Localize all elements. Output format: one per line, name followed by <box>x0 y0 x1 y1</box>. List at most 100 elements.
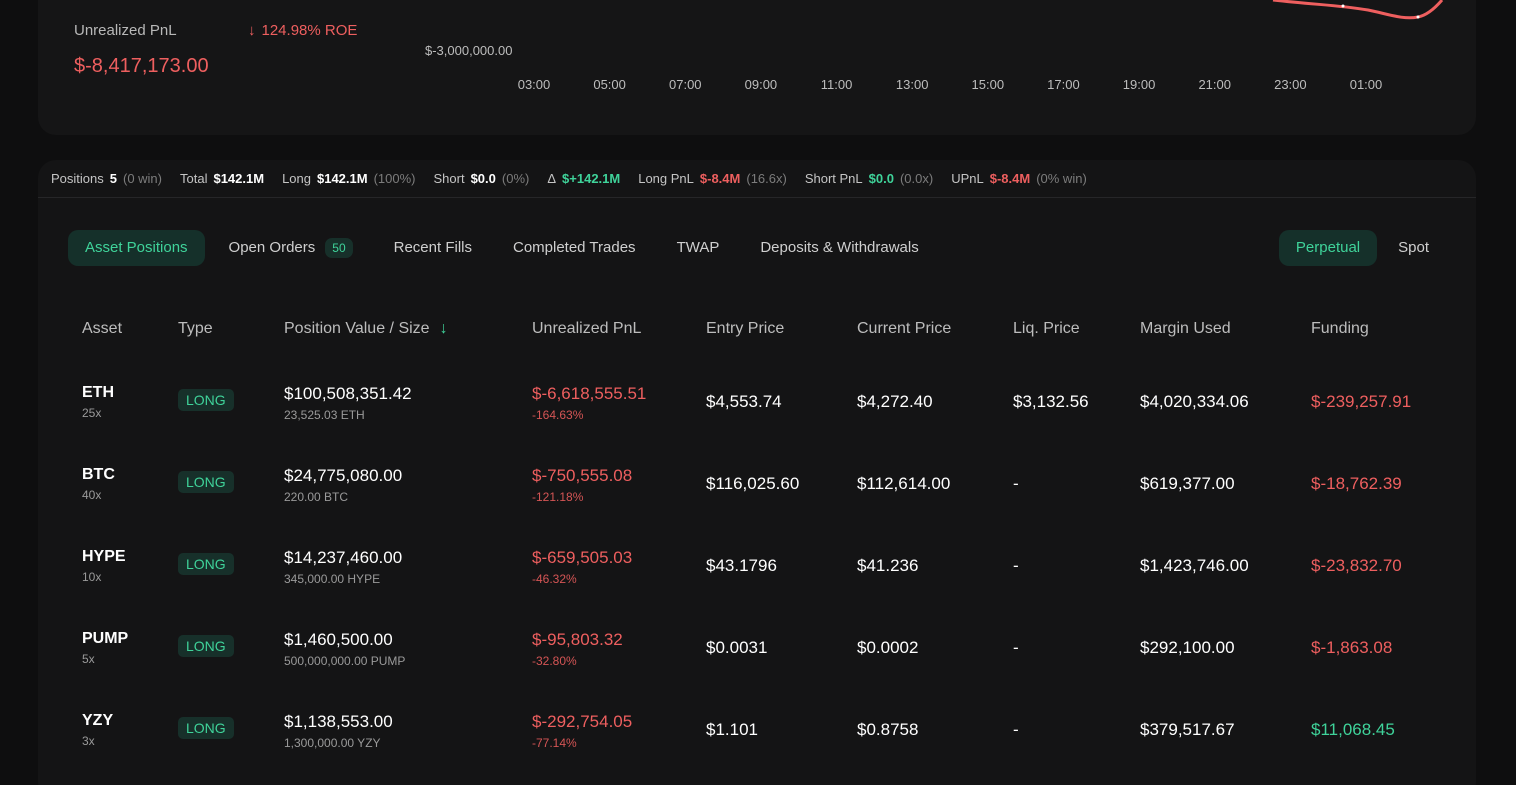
asset-leverage: 3x <box>82 734 95 748</box>
stat-sub: (0.0x) <box>899 171 934 186</box>
header-position-label: Position Value / Size <box>284 320 430 337</box>
tab-label: Deposits & Withdrawals <box>760 239 919 256</box>
positions-card: Positions 5 (0 win) Total $142.1M Long $142.1M… <box>38 160 1476 785</box>
position-value: $24,775,080.00 <box>284 466 403 485</box>
tab-perpetual[interactable]: Perpetual <box>1278 230 1378 266</box>
header-funding[interactable]: Funding <box>1311 320 1369 338</box>
stat-item: Total $142.1M <box>180 171 264 186</box>
stat-sub: (16.6x) <box>746 171 787 186</box>
pnl-series-line <box>1272 0 1444 20</box>
tab-twap[interactable]: TWAP <box>660 230 737 266</box>
tab-completed-trades[interactable]: Completed Trades <box>496 230 653 266</box>
header-asset[interactable]: Asset <box>82 320 122 338</box>
liq-price: - <box>1013 638 1019 657</box>
pnl-line-chart[interactable] <box>1228 0 1476 25</box>
tab-deposits-withdrawals[interactable]: Deposits & Withdrawals <box>743 230 935 266</box>
stat-label: Long PnL <box>638 171 694 186</box>
asset-leverage: 10x <box>82 570 102 584</box>
stat-item: Short $0.0 (0%) <box>434 171 530 186</box>
stat-label: Short <box>433 171 465 186</box>
stat-item: Long PnL $-8.4M (16.6x) <box>638 171 787 186</box>
tab-label: TWAP <box>676 239 720 256</box>
tab-count-badge: 50 <box>325 238 353 258</box>
funding-value: $-18,762.39 <box>1311 474 1402 493</box>
table-row[interactable]: BTC 40x LONG $24,775,080.00 220.00 BTC $-750,… <box>38 460 1476 542</box>
long-badge: LONG <box>178 635 234 657</box>
stat-item: Positions 5 (0 win) <box>51 171 162 186</box>
header-current-price[interactable]: Current Price <box>857 320 951 338</box>
margin-used: $4,020,334.06 <box>1140 392 1249 411</box>
asset-name[interactable]: HYPE <box>82 548 126 566</box>
entry-price: $43.1796 <box>706 556 777 575</box>
cell-position-value: $14,237,460.00 345,000.00 HYPE <box>284 548 402 586</box>
funding-value: $11,068.45 <box>1311 720 1395 739</box>
upnl-percent: -121.18% <box>532 490 584 504</box>
upnl-amount: $-750,555.08 <box>532 466 633 485</box>
funding-value: $-23,832.70 <box>1311 556 1402 575</box>
arrow-down-icon: ↓ <box>248 22 256 39</box>
header-upnl[interactable]: Unrealized PnL <box>532 320 641 338</box>
asset-name[interactable]: PUMP <box>82 630 128 648</box>
cell-upnl: $-659,505.03 -46.32% <box>532 548 632 586</box>
cell-type: LONG <box>178 635 234 657</box>
header-entry-price[interactable]: Entry Price <box>706 320 784 338</box>
tab-open-orders[interactable]: Open Orders 50 <box>212 230 370 266</box>
asset-name[interactable]: ETH <box>82 384 114 402</box>
stat-value: $-8.4M <box>989 171 1031 186</box>
tab-recent-fills[interactable]: Recent Fills <box>377 230 489 266</box>
liq-price: - <box>1013 556 1019 575</box>
asset-name[interactable]: BTC <box>82 466 115 484</box>
stat-item: Short PnL $0.0 (0.0x) <box>805 171 933 186</box>
asset-name[interactable]: YZY <box>82 712 113 730</box>
stat-label: Total <box>180 171 208 186</box>
table-row[interactable]: YZY 3x LONG $1,138,553.00 1,300,000.00 YZY $-… <box>38 706 1476 785</box>
header-position-value[interactable]: Position Value / Size ↓ <box>284 320 448 338</box>
header-margin-used[interactable]: Margin Used <box>1140 320 1231 338</box>
sort-down-icon: ↓ <box>439 320 448 337</box>
entry-price: $0.0031 <box>706 638 768 657</box>
margin-used: $292,100.00 <box>1140 638 1235 657</box>
x-tick-label: 23:00 <box>1274 77 1307 92</box>
x-tick-label: 03:00 <box>517 77 551 92</box>
pnl-chart-card: Unrealized PnL ↓ 124.98% ROE $-8,417,173… <box>38 0 1476 135</box>
liq-price: $3,132.56 <box>1013 392 1089 411</box>
positions-tabs: Asset Positions Open Orders 50 Recent Fills… <box>68 230 943 266</box>
stat-sub: (0% win) <box>1036 171 1087 186</box>
stat-value: $142.1M <box>316 171 368 186</box>
header-liq-price[interactable]: Liq. Price <box>1013 320 1080 338</box>
stat-item: UPnL $-8.4M (0% win) <box>951 171 1087 186</box>
cell-position-value: $100,508,351.42 23,525.03 ETH <box>284 384 412 422</box>
entry-price: $1.101 <box>706 720 758 739</box>
cell-type: LONG <box>178 717 234 739</box>
tab-label: Open Orders <box>228 239 316 256</box>
x-tick-label: 15:00 <box>971 77 1005 92</box>
stat-value: $0.0 <box>868 171 894 186</box>
upnl-percent: -164.63% <box>532 408 584 422</box>
table-row[interactable]: HYPE 10x LONG $14,237,460.00 345,000.00 HYPE… <box>38 542 1476 624</box>
header-type[interactable]: Type <box>178 320 213 338</box>
stat-value: $+142.1M <box>562 171 621 186</box>
long-badge: LONG <box>178 717 234 739</box>
upnl-label: Unrealized PnL <box>74 22 177 39</box>
cell-type: LONG <box>178 471 234 493</box>
entry-price: $116,025.60 <box>706 474 800 493</box>
tab-label: Recent Fills <box>393 239 472 256</box>
position-size: 23,525.03 ETH <box>284 408 365 422</box>
tab-label: Asset Positions <box>85 239 188 256</box>
cell-asset: PUMP 5x <box>82 630 128 666</box>
tab-spot[interactable]: Spot <box>1381 230 1446 266</box>
roe-value: 124.98% ROE <box>261 22 358 39</box>
current-price: $4,272.40 <box>857 392 933 411</box>
current-price: $112,614.00 <box>857 474 951 493</box>
position-size: 345,000.00 HYPE <box>284 572 381 586</box>
stat-label: Short PnL <box>804 171 863 186</box>
x-tick-label: 11:00 <box>820 77 853 92</box>
cell-position-value: $24,775,080.00 220.00 BTC <box>284 466 402 504</box>
x-axis: 03:00 05:00 07:00 09:00 11:00 13:00 15:00 17:00… <box>496 77 1406 93</box>
chart-point <box>1416 15 1420 19</box>
tab-asset-positions[interactable]: Asset Positions <box>68 230 205 266</box>
cell-asset: ETH 25x <box>82 384 114 420</box>
table-row[interactable]: PUMP 5x LONG $1,460,500.00 500,000,000.00 PU… <box>38 624 1476 706</box>
position-value: $1,460,500.00 <box>284 630 393 649</box>
table-row[interactable]: ETH 25x LONG $100,508,351.42 23,525.03 ETH $-… <box>38 378 1476 460</box>
